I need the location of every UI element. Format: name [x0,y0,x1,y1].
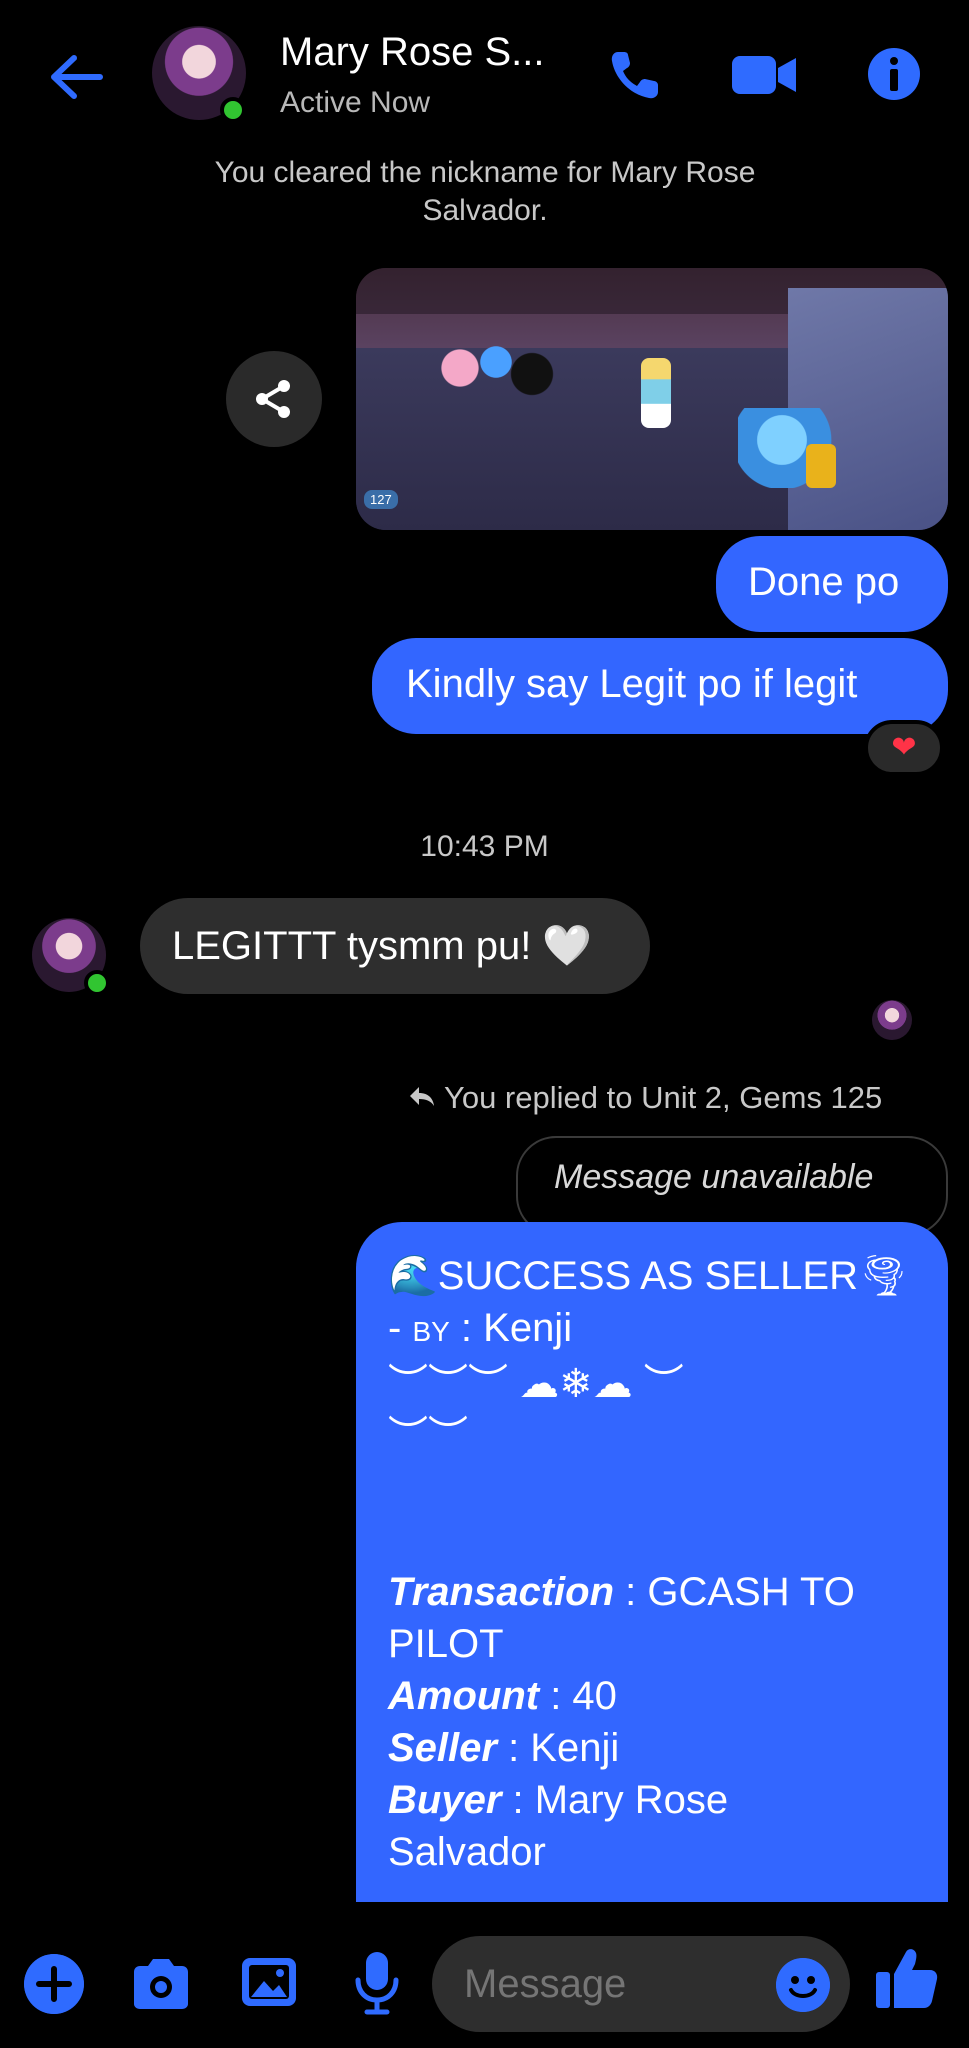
card-decor-1: ︶︶︶ ☁❄☁ ︶ [388,1362,684,1406]
gallery-icon[interactable] [240,1954,298,2010]
coin-stack [806,444,836,488]
message-bubble-outgoing[interactable]: Kindly say Legit po if legit [372,638,948,734]
video-call-icon[interactable] [730,46,798,104]
back-arrow-icon[interactable] [48,52,104,102]
timestamp: 10:43 PM [420,830,549,863]
contact-name[interactable]: Mary Rose S... [280,30,545,75]
game-character [641,358,671,428]
card-amount: Amount : 40 [388,1670,918,1722]
reply-arrow-icon [410,1087,434,1106]
info-icon[interactable] [866,46,922,102]
transaction-message-bubble[interactable]: 🌊SUCCESS AS SELLER🌪 - BY : Kenji ︶︶︶ ☁❄☁… [356,1222,948,1902]
by-prefix: - [388,1306,413,1350]
seen-indicator-avatar [872,1000,912,1040]
transaction-value: : GCASH TO [614,1570,855,1614]
thumbs-up-icon[interactable] [874,1946,940,2010]
message-bubble-outgoing[interactable]: Done po [716,536,948,632]
by-label: BY [412,1316,450,1347]
seller-value: : Kenji [496,1726,620,1770]
heart-reaction-badge[interactable]: ❤ [864,720,944,776]
plus-icon[interactable] [24,1954,84,2014]
online-indicator [84,970,110,996]
transaction-label: Transaction [388,1570,614,1614]
amount-label: Amount [388,1674,540,1718]
buyer-value: : Mary Rose [501,1778,729,1822]
buyer-label: Buyer [388,1778,502,1822]
card-transaction: Transaction : GCASH TO [388,1566,918,1618]
share-button[interactable] [226,351,322,447]
shared-game-screenshot[interactable]: 127 [356,268,948,530]
gem-counter: 127 [364,490,398,509]
card-transaction-cont: PILOT [388,1622,504,1666]
game-players [436,338,556,398]
phone-call-icon[interactable] [606,46,664,104]
camera-icon[interactable] [130,1956,192,2012]
reply-label-text: You replied to Unit 2, Gems 125 [444,1080,883,1115]
message-bubble-incoming[interactable]: LEGITTT tysmm pu! 🤍 [140,898,650,994]
emoji-icon[interactable] [776,1958,830,2012]
reply-context: You replied to Unit 2, Gems 125 [408,1080,882,1116]
quoted-message[interactable]: Message unavailable [516,1136,948,1236]
seller-label: Seller [388,1726,497,1770]
card-title: 🌊SUCCESS AS SELLER🌪 [388,1254,909,1298]
card-by-line: - BY : Kenji [388,1302,918,1358]
online-indicator [220,97,246,123]
amount-value: : 40 [539,1674,617,1718]
system-note: You cleared the nickname for Mary Rose S… [214,156,756,227]
card-buyer: Buyer : Mary Rose [388,1774,918,1826]
card-buyer-cont: Salvador [388,1830,546,1874]
card-seller: Seller : Kenji [388,1722,918,1774]
microphone-icon[interactable] [352,1950,402,2016]
share-icon [256,380,290,418]
contact-status: Active Now [280,86,431,119]
card-decor-2: ︶︶ [388,1414,468,1458]
by-value: : Kenji [449,1306,573,1350]
